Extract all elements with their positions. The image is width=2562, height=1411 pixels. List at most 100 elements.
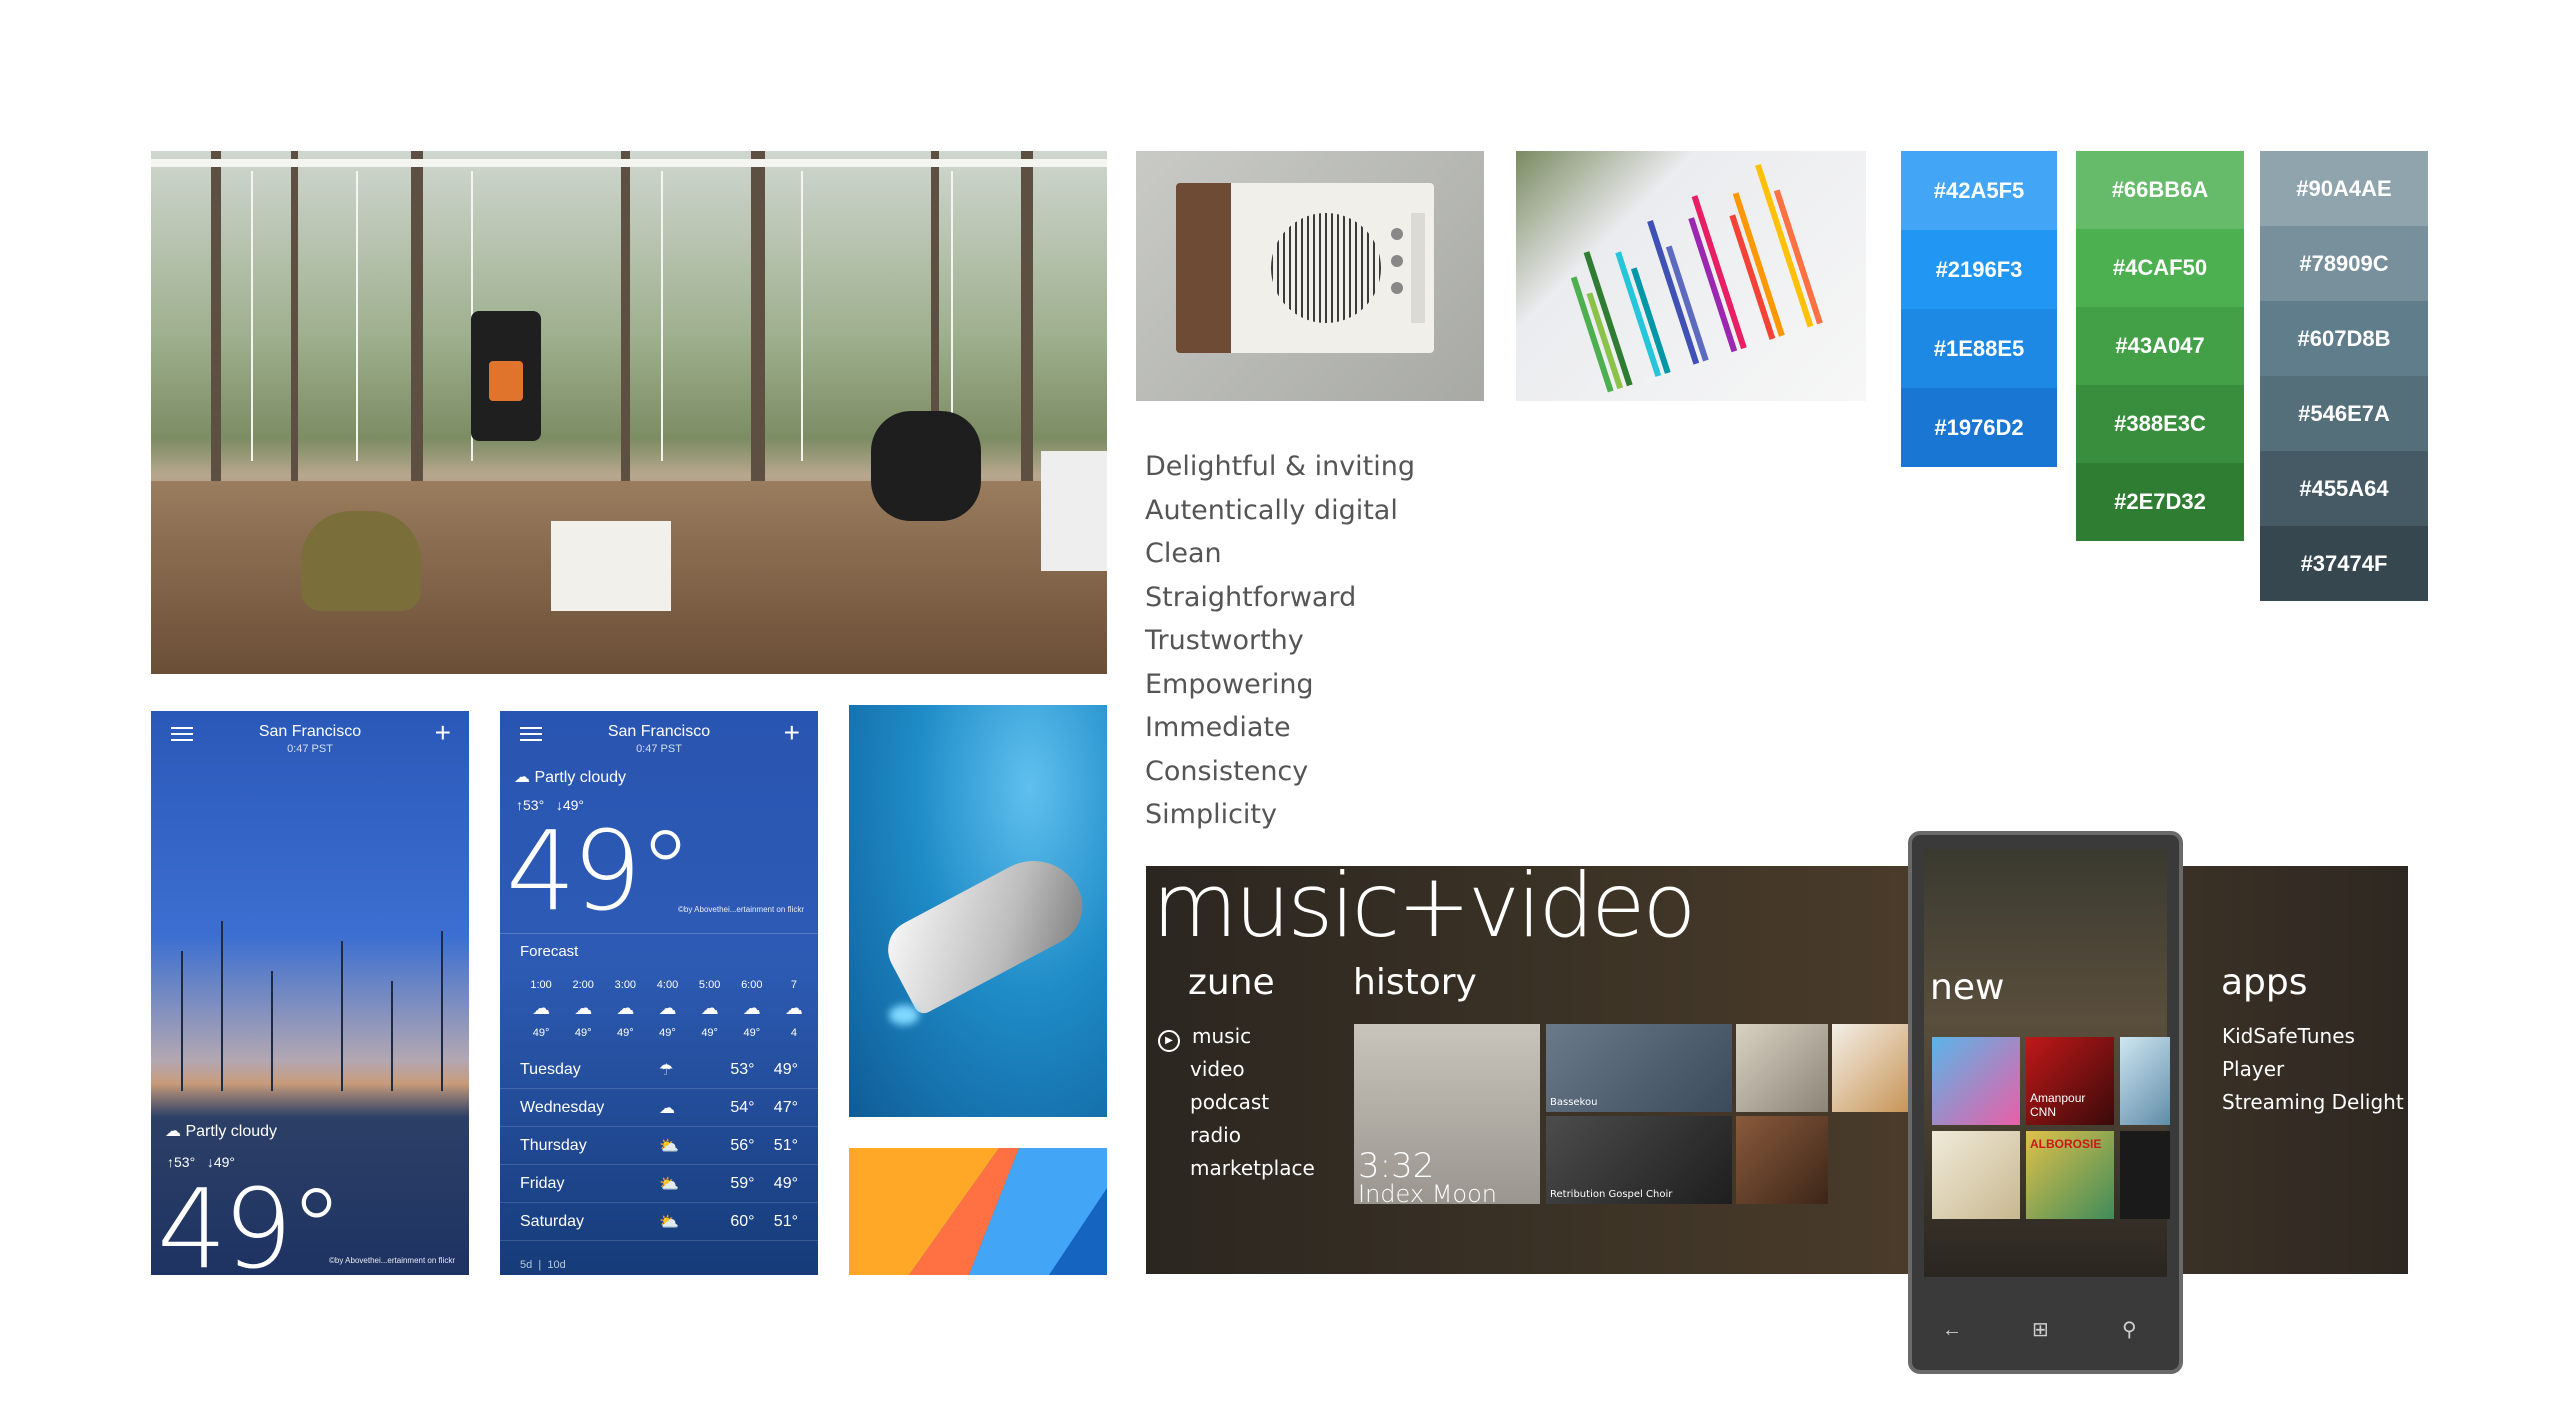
hour-temp: 49° — [701, 1027, 718, 1039]
hour-temp: 49° — [574, 1027, 592, 1039]
principle-item: Simplicity — [1145, 799, 1277, 830]
hour-temp: 49° — [743, 1027, 761, 1039]
grey-palette: #90A4AE #78909C #607D8B #546E7A #455A64 #3747… — [2260, 151, 2428, 602]
now-playing-tile[interactable]: 3:32 Index Moon — [1354, 1024, 1540, 1208]
principle-item: Trustworthy — [1145, 625, 1304, 656]
design-principles-list: Delightful & inviting Autentically digit… — [1145, 445, 1415, 837]
color-swatch: #455A64 — [2260, 451, 2428, 526]
color-swatch: #546E7A — [2260, 376, 2428, 451]
color-swatch: #78909C — [2260, 226, 2428, 301]
cloud-icon: ☁ — [742, 998, 761, 1018]
hourly-times: 1:00 2:00 3:00 4:00 5:00 6:00 7 — [520, 979, 815, 991]
sofa — [1041, 451, 1107, 571]
harbor-masts — [151, 911, 469, 1091]
radio-photo — [1136, 151, 1484, 401]
zune-section-heading: zune — [1188, 962, 1275, 1003]
principle-item: Straightforward — [1145, 581, 1357, 613]
phone-screen: new Amanpour CNN ALBOROSIE — [1924, 849, 2170, 1277]
hourly-icons: ☁ ☁ ☁ ☁ ☁ ☁ ☁ — [520, 998, 815, 1019]
color-swatch: #42A5F5 — [1901, 151, 2057, 230]
principle-item: Empowering — [1145, 668, 1314, 700]
tab-5d[interactable]: 5d — [520, 1259, 532, 1271]
hub-title: music+video — [1152, 866, 1696, 957]
menu-item-marketplace[interactable]: marketplace — [1190, 1152, 1315, 1185]
condition-label: ☁ Partly cloudy — [514, 769, 627, 786]
forecast-day-row[interactable]: Saturday ⛅ 60° 51° — [500, 1203, 818, 1241]
menu-item-radio[interactable]: radio — [1190, 1119, 1315, 1152]
new-album-tile[interactable]: ALBOROSIE — [2026, 1131, 2114, 1219]
cloud-icon: ☁ — [616, 998, 635, 1018]
new-album-tile[interactable]: Amanpour CNN — [2026, 1037, 2114, 1125]
new-album-tile[interactable] — [1932, 1037, 2020, 1125]
color-swatch: #66BB6A — [2076, 151, 2244, 229]
history-album-tile[interactable] — [1736, 1024, 1828, 1112]
color-swatch: #388E3C — [2076, 385, 2244, 463]
partly-sunny-icon: ⛅ — [659, 1175, 679, 1193]
cloud-icon: ☁ — [658, 998, 677, 1018]
new-album-tile[interactable] — [1932, 1131, 2020, 1219]
forecast-heading: Forecast — [520, 943, 579, 960]
infographic-bars — [1570, 163, 1823, 393]
photo-credit: ©by Abovethei...ertainment on flickr — [678, 905, 804, 914]
hour-temp: 49° — [617, 1027, 634, 1039]
condition-label: ☁ Partly cloudy — [165, 1123, 278, 1140]
cloud-icon: ☁ — [700, 998, 719, 1018]
hour-time: 5:00 — [698, 979, 721, 991]
new-album-tile[interactable] — [2120, 1131, 2170, 1219]
play-icon: ▶ — [1158, 1030, 1180, 1052]
black-chair — [871, 411, 981, 521]
principle-item: Consistency — [1145, 755, 1309, 787]
hour-time: 2:00 — [572, 979, 594, 991]
new-album-tile[interactable] — [2120, 1037, 2170, 1125]
color-swatch: #90A4AE — [2260, 151, 2428, 226]
cloud-sun-icon: ☁ — [514, 769, 530, 786]
search-icon[interactable]: ⚲ — [2122, 1317, 2137, 1342]
stove — [471, 311, 541, 441]
cloud-sun-icon: ☁ — [165, 1123, 181, 1140]
forecast-day-row[interactable]: Friday ⛅ 59° 49° — [500, 1165, 818, 1203]
menu-item-podcast[interactable]: podcast — [1190, 1086, 1315, 1119]
app-item[interactable]: Player — [2222, 1053, 2404, 1086]
history-album-tile[interactable]: Retribution Gospel Choir — [1546, 1116, 1732, 1204]
color-swatch: #37474F — [2260, 526, 2428, 601]
tab-10d[interactable]: 10d — [547, 1259, 565, 1271]
forecast-day-row[interactable]: Tuesday ☂ 53° 49° — [500, 1051, 818, 1089]
cloud-icon: ☁ — [659, 1099, 675, 1117]
color-swatch: #43A047 — [2076, 307, 2244, 385]
principle-item: Autentically digital — [1145, 494, 1398, 526]
back-icon[interactable]: ← — [1942, 1319, 1962, 1342]
city-name: San Francisco — [607, 723, 711, 740]
history-album-tile[interactable]: Bassekou — [1546, 1024, 1732, 1112]
add-city-icon[interactable]: + — [435, 719, 451, 747]
armchair — [301, 511, 421, 611]
history-section-heading: history — [1353, 962, 1477, 1003]
apps-list: KidSafeTunes Player Streaming Delight — [2222, 1020, 2404, 1119]
app-item[interactable]: Streaming Delight — [2222, 1086, 2404, 1119]
partly-sunny-icon: ⛅ — [659, 1213, 679, 1231]
material-shapes-svg — [849, 1148, 1107, 1275]
history-album-tile[interactable] — [1736, 1116, 1828, 1204]
color-swatch: #1976D2 — [1901, 388, 2057, 467]
hour-time: 7 — [790, 979, 797, 991]
menu-item-music[interactable]: ▶ music — [1158, 1020, 1315, 1053]
forecast-day-row[interactable]: Wednesday ☁ 54° 47° — [500, 1089, 818, 1127]
app-item[interactable]: KidSafeTunes — [2222, 1020, 2404, 1053]
speaker-grille — [1271, 213, 1381, 323]
color-swatch: #2196F3 — [1901, 230, 2057, 309]
color-swatch: #4CAF50 — [2076, 229, 2244, 307]
local-time: 0:47 PST — [287, 743, 333, 755]
add-city-icon[interactable]: + — [784, 719, 800, 747]
daily-forecast-list: Tuesday ☂ 53° 49° Wednesday ☁ 54° 47° Thursday… — [500, 1051, 818, 1241]
menu-item-video[interactable]: video — [1190, 1053, 1315, 1086]
photo-credit: ©by Abovethei...ertainment on flickr — [329, 1256, 455, 1265]
car-door-handle-photo — [849, 705, 1107, 1117]
principle-item: Clean — [1145, 538, 1222, 569]
hour-time: 3:00 — [614, 979, 637, 991]
zune-menu: ▶ music video podcast radio marketplace — [1158, 1020, 1315, 1185]
now-playing-title: Index Moon — [1358, 1180, 1497, 1208]
principle-item: Delightful & inviting — [1145, 451, 1416, 482]
current-temperature: 49° — [506, 807, 693, 935]
forecast-day-row[interactable]: Thursday ⛅ 56° 51° — [500, 1127, 818, 1165]
windows-start-icon[interactable]: ⊞ — [2032, 1317, 2049, 1342]
radio-body — [1176, 183, 1434, 353]
